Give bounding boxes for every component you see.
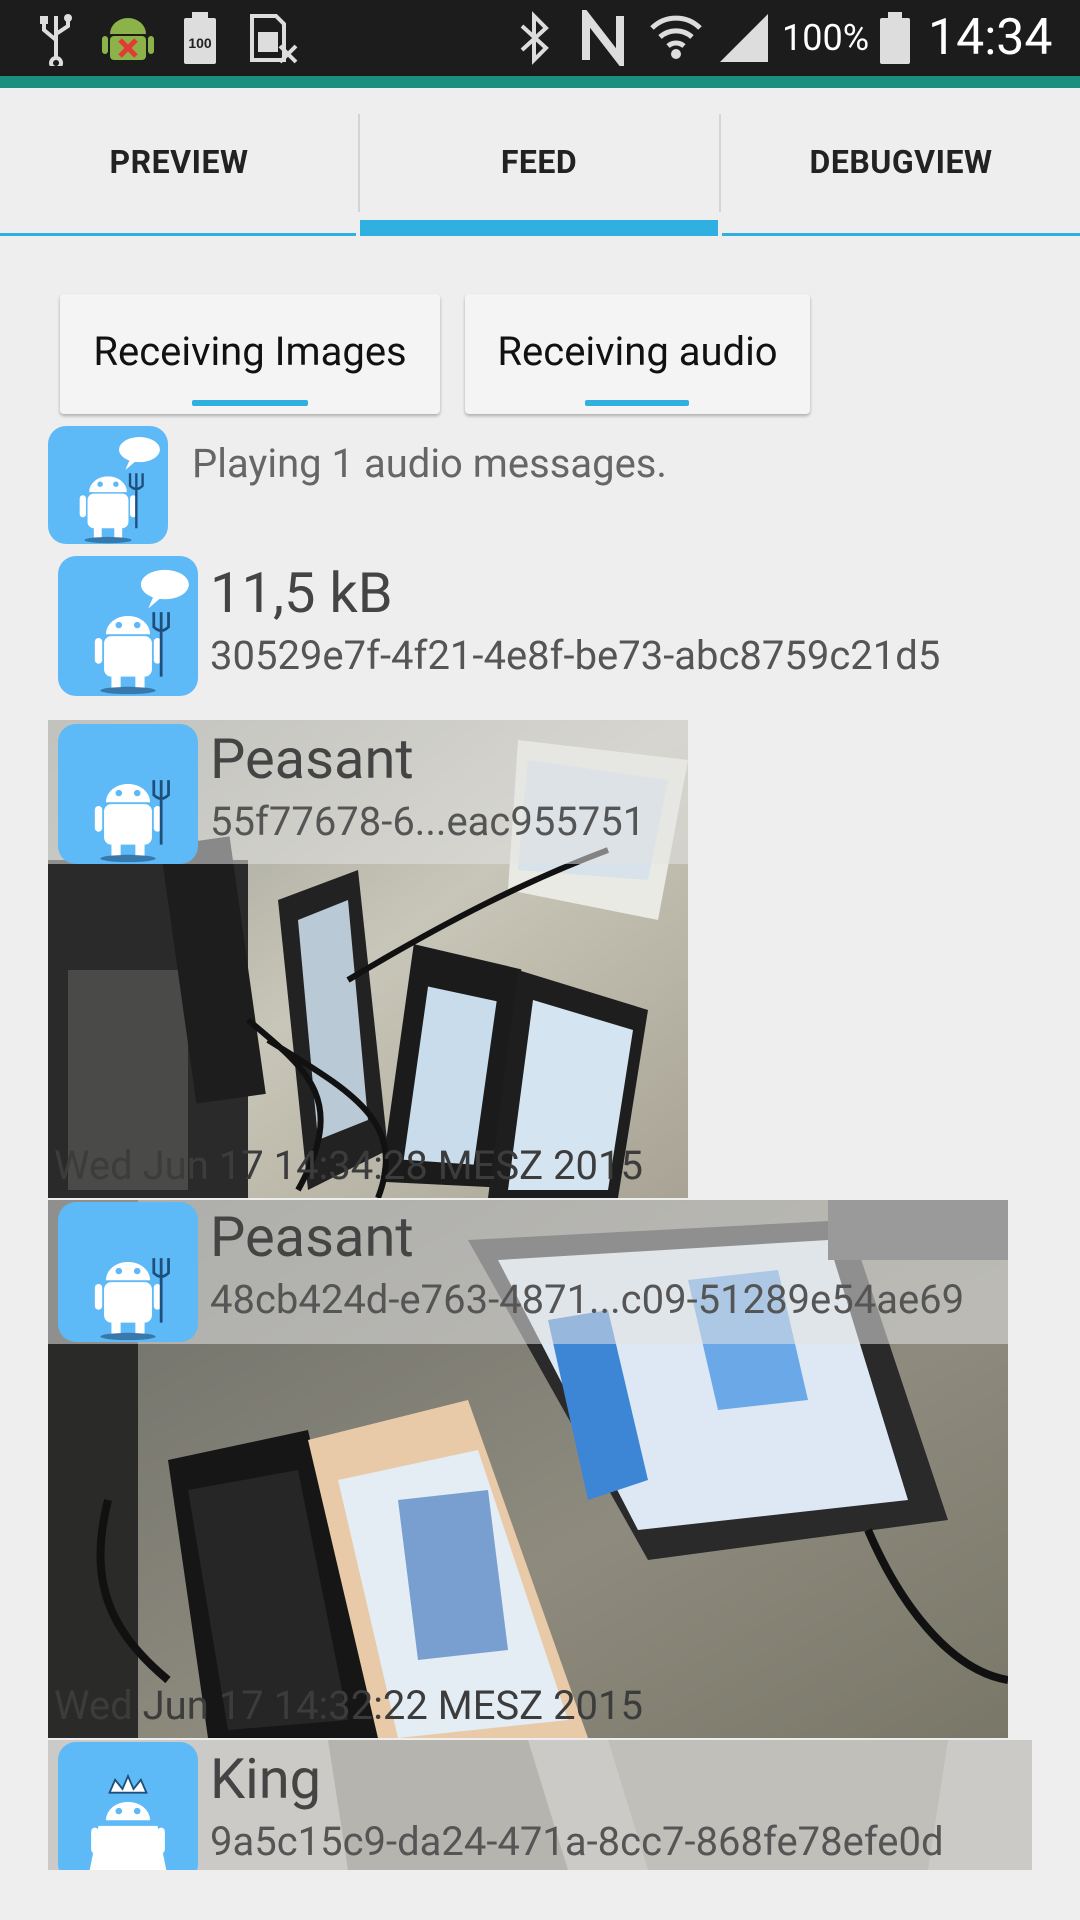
battery-100-icon: 100 [184, 12, 216, 64]
sender-name: King [210, 1746, 322, 1812]
peasant-icon [93, 569, 189, 696]
received-image[interactable]: King 9a5c15c9-da24-471a-8cc7-868fe78efe0… [48, 1740, 1032, 1870]
signal-icon [720, 14, 768, 62]
tab-active-indicator [360, 220, 718, 236]
sim-off-icon [250, 14, 298, 64]
image-id: 48cb424d-e763-4871...c09-51289e54ae69 [210, 1276, 965, 1323]
clock: 14:34 [928, 9, 1053, 67]
file-size: 11,5 kB [210, 560, 393, 626]
sender-name: Peasant [210, 1204, 414, 1270]
nfc-icon [582, 10, 624, 66]
peasant-avatar [58, 724, 198, 864]
android-debug-icon [102, 18, 154, 60]
king-avatar [58, 1742, 198, 1870]
usb-icon [40, 14, 72, 66]
peasant-icon [93, 778, 170, 864]
status-bar: 100 100% 14:34 [0, 0, 1080, 76]
peasant-avatar [58, 1202, 198, 1342]
tab-underline [722, 233, 1080, 236]
tab-divider [719, 114, 721, 212]
audio-status-text: Playing 1 audio messages. [192, 440, 667, 487]
image-timestamp: Wed Jun 17 14:34:28 MESZ 2015 [54, 1142, 643, 1189]
receiving-audio-label: Receiving audio [497, 328, 778, 375]
tab-debugview[interactable]: DEBUGVIEW [722, 88, 1080, 236]
tab-underline [0, 233, 356, 236]
tab-debugview-label: DEBUGVIEW [809, 143, 993, 181]
peasant-avatar [58, 556, 198, 696]
tab-feed[interactable]: FEED [360, 88, 718, 236]
toggle-on-indicator [192, 400, 308, 406]
wifi-icon [650, 15, 702, 59]
bluetooth-icon [520, 11, 549, 65]
image-id: 55f77678-6...eac955751 [210, 798, 646, 845]
image-timestamp: Wed Jun 17 14:32:22 MESZ 2015 [54, 1682, 643, 1729]
peasant-avatar [48, 426, 168, 544]
receiving-images-toggle[interactable]: Receiving Images [60, 294, 440, 414]
tab-bar: PREVIEW FEED DEBUGVIEW [0, 88, 1080, 236]
tab-preview-label: PREVIEW [109, 143, 249, 181]
toggle-on-indicator [585, 400, 689, 406]
status-accent-bar [0, 76, 1080, 88]
sender-name: Peasant [210, 726, 414, 792]
peasant-icon [93, 1256, 170, 1342]
tab-divider [358, 114, 360, 212]
file-id: 30529e7f-4f21-4e8f-be73-abc8759c21d5 [210, 632, 941, 679]
king-icon [89, 1773, 167, 1870]
received-image[interactable]: Peasant 48cb424d-e763-4871...c09-51289e5… [48, 1200, 1008, 1738]
tab-preview[interactable]: PREVIEW [0, 88, 358, 236]
peasant-icon [78, 437, 160, 544]
svg-text:100: 100 [188, 35, 212, 51]
battery-percent: 100% [782, 17, 870, 59]
battery-icon [880, 12, 910, 64]
received-image[interactable]: Peasant 55f77678-6...eac955751 Wed Jun 1… [48, 720, 688, 1198]
tab-feed-label: FEED [500, 143, 578, 181]
image-id: 9a5c15c9-da24-471a-8cc7-868fe78efe0d [210, 1818, 944, 1865]
receiving-audio-toggle[interactable]: Receiving audio [465, 294, 810, 414]
receiving-images-label: Receiving Images [93, 328, 407, 375]
